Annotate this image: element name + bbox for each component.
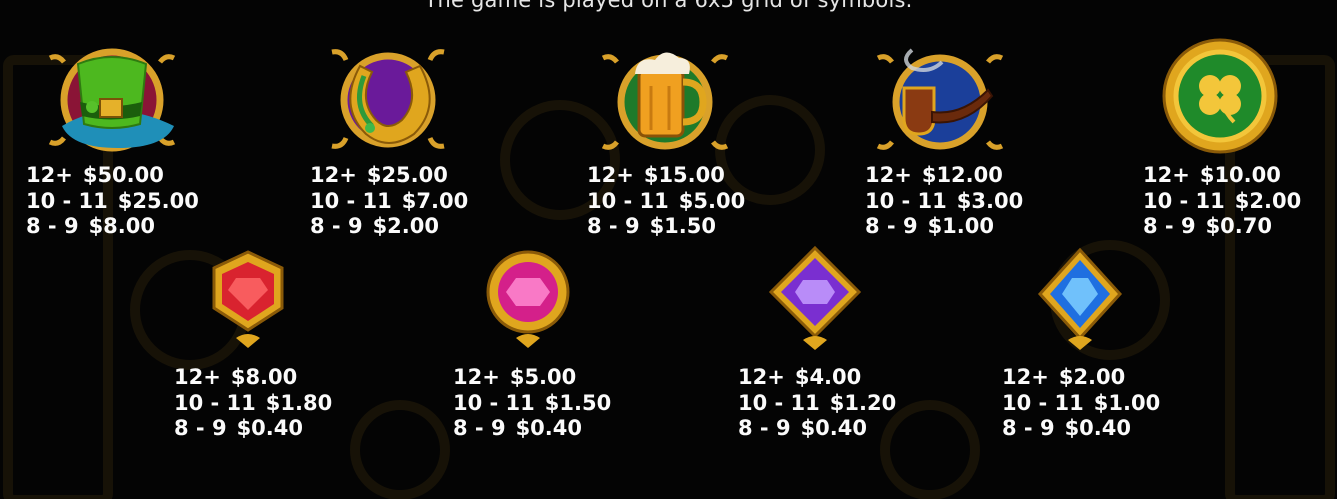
purple-gem-icon — [745, 242, 885, 362]
pay-row: 10 - 11 $3.00 — [865, 188, 1024, 213]
horseshoe-icon — [318, 36, 458, 156]
pay-row: 8 - 9 $8.00 — [26, 214, 155, 238]
pay-row: 12+ $2.00 — [1002, 365, 1126, 389]
paytable-leprechaun-hat: 12+ $50.00 10 - 11 $25.00 8 - 9 $8.00 — [26, 163, 199, 240]
pay-row: 8 - 9 $1.50 — [587, 214, 716, 238]
paytable-clover-coin: 12+ $10.00 10 - 11 $2.00 8 - 9 $0.70 — [1143, 163, 1301, 240]
pay-row: 10 - 11 $25.00 — [26, 188, 199, 213]
clover-coin-icon — [1150, 36, 1290, 156]
pay-row: 10 - 11 $2.00 — [1143, 188, 1302, 213]
paytable-pink-gem: 12+ $5.00 10 - 11 $1.50 8 - 9 $0.40 — [453, 365, 611, 442]
pay-row: 10 - 11 $1.80 — [174, 390, 333, 415]
pay-row: 12+ $4.00 — [738, 365, 862, 389]
pay-row: 10 - 11 $1.00 — [1002, 390, 1161, 415]
beer-mug-icon — [595, 36, 735, 156]
paytable-pipe: 12+ $12.00 10 - 11 $3.00 8 - 9 $1.00 — [865, 163, 1023, 240]
pay-row: 12+ $10.00 — [1143, 163, 1281, 187]
pipe-icon — [870, 36, 1010, 156]
pay-row: 8 - 9 $0.40 — [174, 416, 303, 440]
red-gem-icon — [178, 242, 318, 362]
pay-row: 12+ $50.00 — [26, 163, 164, 187]
pink-gem-icon — [458, 242, 598, 362]
paytable-red-gem: 12+ $8.00 10 - 11 $1.80 8 - 9 $0.40 — [174, 365, 332, 442]
paytable-header: The game is played on a 6x5 grid of symb… — [424, 0, 913, 12]
paytable-purple-gem: 12+ $4.00 10 - 11 $1.20 8 - 9 $0.40 — [738, 365, 896, 442]
pay-row: 12+ $25.00 — [310, 163, 448, 187]
pay-row: 12+ $5.00 — [453, 365, 577, 389]
pay-row: 8 - 9 $0.70 — [1143, 214, 1272, 238]
pay-row: 8 - 9 $2.00 — [310, 214, 439, 238]
paytable-beer-mug: 12+ $15.00 10 - 11 $5.00 8 - 9 $1.50 — [587, 163, 745, 240]
pay-row: 10 - 11 $7.00 — [310, 188, 469, 213]
pay-row: 8 - 9 $0.40 — [1002, 416, 1131, 440]
pay-row: 10 - 11 $5.00 — [587, 188, 746, 213]
pay-row: 10 - 11 $1.50 — [453, 390, 612, 415]
blue-gem-icon — [1010, 242, 1150, 362]
paytable-blue-gem: 12+ $2.00 10 - 11 $1.00 8 - 9 $0.40 — [1002, 365, 1160, 442]
pay-row: 12+ $8.00 — [174, 365, 298, 389]
pay-row: 8 - 9 $1.00 — [865, 214, 994, 238]
pay-row: 12+ $12.00 — [865, 163, 1003, 187]
paytable-horseshoe: 12+ $25.00 10 - 11 $7.00 8 - 9 $2.00 — [310, 163, 468, 240]
pay-row: 8 - 9 $0.40 — [453, 416, 582, 440]
pay-row: 10 - 11 $1.20 — [738, 390, 897, 415]
pay-row: 12+ $15.00 — [587, 163, 725, 187]
pay-row: 8 - 9 $0.40 — [738, 416, 867, 440]
leprechaun-hat-icon — [42, 36, 182, 156]
